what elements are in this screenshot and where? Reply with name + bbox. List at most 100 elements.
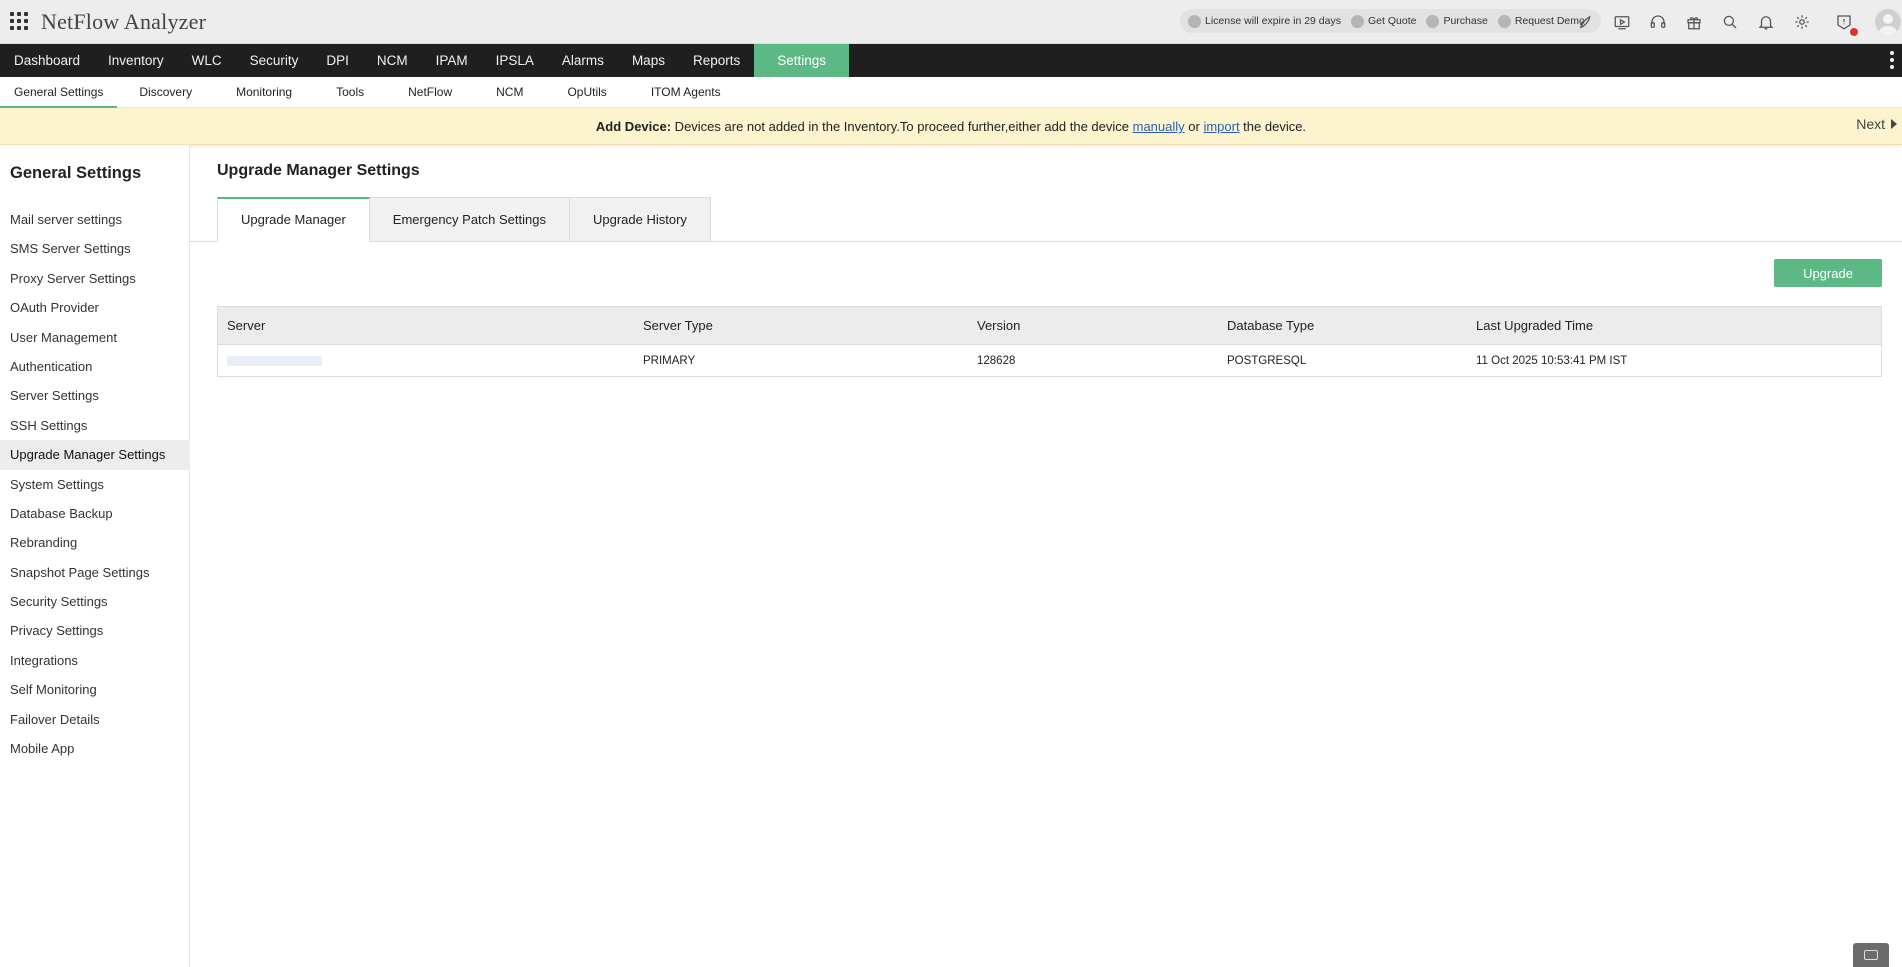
alert-badge: [1850, 28, 1858, 36]
subnav-ncm[interactable]: NCM: [474, 77, 545, 108]
banner-text-mid: or: [1184, 119, 1204, 134]
banner-text-after: the device.: [1239, 119, 1307, 134]
sidebar-item-failover-details[interactable]: Failover Details: [0, 705, 190, 734]
tab-upgrade-manager[interactable]: Upgrade Manager: [217, 197, 370, 242]
sidebar-item-upgrade-manager[interactable]: Upgrade Manager Settings: [0, 440, 190, 470]
sidebar-list: Mail server settings SMS Server Settings…: [0, 205, 190, 763]
video-icon[interactable]: [1611, 11, 1633, 33]
column-header-database-type[interactable]: Database Type: [1218, 307, 1467, 344]
nav-dpi[interactable]: DPI: [312, 44, 363, 77]
main-nav: Dashboard Inventory WLC Security DPI NCM…: [0, 44, 1902, 77]
main-content: Upgrade Manager Settings Upgrade Manager…: [190, 145, 1902, 967]
column-header-last-upgraded[interactable]: Last Upgraded Time: [1467, 307, 1881, 344]
nav-maps[interactable]: Maps: [618, 44, 679, 77]
sidebar-item-sms-server[interactable]: SMS Server Settings: [0, 234, 190, 263]
rocket-icon[interactable]: [1575, 11, 1597, 33]
license-icon: [1188, 14, 1201, 28]
nav-ipsla[interactable]: IPSLA: [482, 44, 548, 77]
sidebar-item-integrations[interactable]: Integrations: [0, 646, 190, 675]
nav-dashboard[interactable]: Dashboard: [0, 44, 94, 77]
app-launcher-grid-icon[interactable]: [10, 12, 30, 32]
cart-icon: [1426, 14, 1440, 28]
sidebar-item-rebranding[interactable]: Rebranding: [0, 528, 190, 557]
subnav-tools[interactable]: Tools: [314, 77, 386, 108]
table-row: PRIMARY 128628 POSTGRESQL 11 Oct 2025 10…: [218, 345, 1881, 376]
nav-ncm[interactable]: NCM: [363, 44, 422, 77]
bell-icon[interactable]: [1755, 11, 1777, 33]
nav-inventory[interactable]: Inventory: [94, 44, 178, 77]
nav-alarms[interactable]: Alarms: [548, 44, 618, 77]
cell-version: 128628: [977, 354, 1016, 367]
sidebar-title: General Settings: [10, 164, 142, 182]
purchase-label: Purchase: [1443, 15, 1488, 27]
add-manually-link[interactable]: manually: [1133, 119, 1185, 134]
get-quote-label: Get Quote: [1368, 15, 1417, 27]
sub-nav: General Settings Discovery Monitoring To…: [0, 77, 1902, 108]
headset-icon[interactable]: [1647, 11, 1669, 33]
license-status[interactable]: License will expire in 29 days: [1188, 14, 1341, 28]
search-icon[interactable]: [1719, 11, 1741, 33]
demo-icon: [1497, 14, 1511, 28]
subnav-discovery[interactable]: Discovery: [117, 77, 214, 108]
column-header-server-type[interactable]: Server Type: [634, 307, 968, 344]
more-options-icon[interactable]: [1890, 51, 1894, 69]
table-header: Server Server Type Version Database Type…: [218, 307, 1881, 345]
subnav-monitoring[interactable]: Monitoring: [214, 77, 314, 108]
settings-sidebar: General Settings Mail server settings SM…: [0, 145, 190, 967]
sidebar-item-snapshot-page[interactable]: Snapshot Page Settings: [0, 558, 190, 587]
tab-emergency-patch-settings[interactable]: Emergency Patch Settings: [369, 197, 570, 242]
top-icon-bar: [1575, 11, 1858, 36]
banner-message: Add Device: Devices are not added in the…: [0, 119, 1902, 134]
sidebar-item-system-settings[interactable]: System Settings: [0, 470, 190, 499]
tab-upgrade-history[interactable]: Upgrade History: [570, 197, 711, 242]
nav-ipam[interactable]: IPAM: [422, 44, 482, 77]
column-header-version[interactable]: Version: [968, 307, 1218, 344]
banner-next-button[interactable]: Next: [1836, 116, 1897, 132]
request-demo-link[interactable]: Request Demo: [1497, 14, 1585, 28]
get-quote-link[interactable]: Get Quote: [1351, 14, 1417, 28]
cell-server: [218, 345, 634, 376]
cell-last-upgraded: 11 Oct 2025 10:53:41 PM IST: [1476, 354, 1628, 367]
nav-settings[interactable]: Settings: [754, 44, 850, 77]
subnav-netflow[interactable]: NetFlow: [386, 77, 474, 108]
sidebar-item-oauth-provider[interactable]: OAuth Provider: [0, 293, 190, 322]
nav-reports[interactable]: Reports: [679, 44, 754, 77]
play-arrow-icon: [1891, 119, 1897, 129]
alert-shield-icon[interactable]: [1833, 11, 1858, 36]
license-bar: License will expire in 29 days Get Quote…: [1180, 9, 1601, 33]
sidebar-item-mail-server[interactable]: Mail server settings: [0, 205, 190, 234]
sidebar-item-database-backup[interactable]: Database Backup: [0, 499, 190, 528]
subnav-itom-agents[interactable]: ITOM Agents: [629, 77, 743, 108]
sidebar-item-server-settings[interactable]: Server Settings: [0, 381, 190, 410]
cell-server-type: PRIMARY: [643, 354, 696, 367]
nav-wlc[interactable]: WLC: [178, 44, 236, 77]
import-link[interactable]: import: [1203, 119, 1239, 134]
dollar-icon: [1351, 14, 1364, 28]
column-header-server[interactable]: Server: [218, 307, 634, 344]
sidebar-item-user-management[interactable]: User Management: [0, 323, 190, 352]
gift-icon[interactable]: [1683, 11, 1705, 33]
subnav-general-settings[interactable]: General Settings: [0, 77, 118, 108]
gear-icon[interactable]: [1791, 11, 1813, 33]
upgrade-button[interactable]: Upgrade: [1774, 259, 1882, 287]
top-bar: NetFlow Analyzer License will expire in …: [0, 0, 1902, 44]
sidebar-item-security-settings[interactable]: Security Settings: [0, 587, 190, 616]
sidebar-item-mobile-app[interactable]: Mobile App: [0, 734, 190, 763]
settings-tabs: Upgrade Manager Emergency Patch Settings…: [217, 197, 711, 242]
sidebar-item-privacy-settings[interactable]: Privacy Settings: [0, 616, 190, 645]
add-device-banner: Add Device: Devices are not added in the…: [0, 108, 1902, 145]
sidebar-item-proxy-server[interactable]: Proxy Server Settings: [0, 264, 190, 293]
banner-label: Add Device:: [595, 119, 672, 134]
purchase-link[interactable]: Purchase: [1426, 14, 1488, 28]
sidebar-item-self-monitoring[interactable]: Self Monitoring: [0, 675, 190, 704]
banner-text-before: Devices are not added in the Inventory.T…: [671, 119, 1133, 134]
sidebar-item-ssh-settings[interactable]: SSH Settings: [0, 411, 190, 440]
license-text: License will expire in 29 days: [1205, 15, 1341, 27]
chat-widget-icon[interactable]: [1853, 943, 1889, 967]
user-avatar[interactable]: [1875, 9, 1901, 35]
nav-security[interactable]: Security: [236, 44, 313, 77]
sidebar-item-authentication[interactable]: Authentication: [0, 352, 190, 381]
banner-next-label: Next: [1856, 116, 1885, 132]
page-title: Upgrade Manager Settings: [217, 162, 420, 179]
subnav-oputils[interactable]: OpUtils: [545, 77, 628, 108]
